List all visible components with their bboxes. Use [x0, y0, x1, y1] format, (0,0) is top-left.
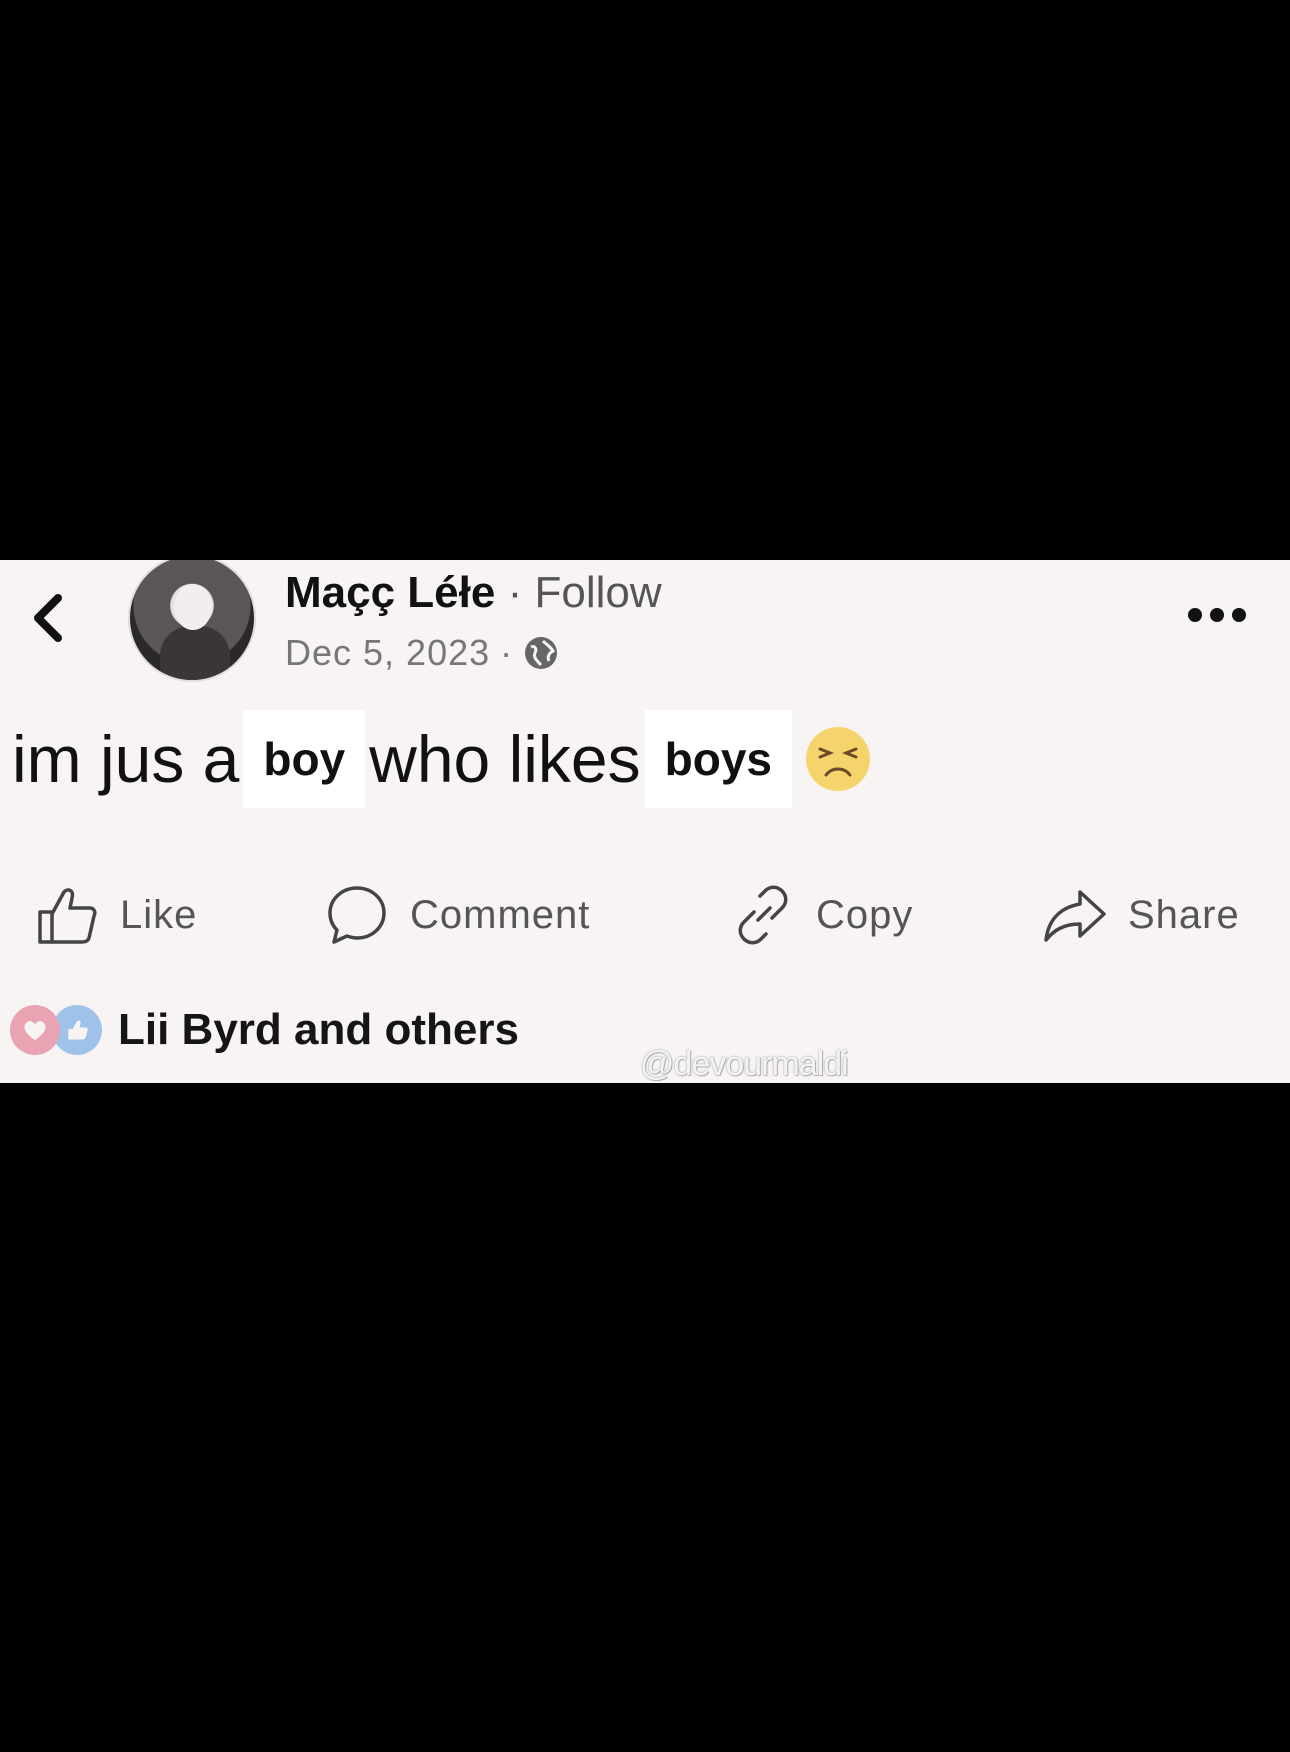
share-button[interactable]: Share [1042, 875, 1240, 955]
reaction-summary[interactable]: Lii Byrd and others [10, 1005, 519, 1055]
persevering-face-emoji [806, 727, 870, 791]
like-button[interactable]: Like [34, 875, 197, 955]
heart-reaction-icon [10, 1005, 60, 1055]
share-arrow-icon [1044, 890, 1106, 942]
author-avatar[interactable] [128, 560, 256, 682]
date-separator: · [500, 632, 514, 673]
copy-label: Copy [816, 892, 914, 937]
post-meta: Dec 5, 2023 · [285, 632, 559, 674]
avatar-body [160, 626, 230, 680]
comment-bubble-icon [328, 886, 386, 944]
link-icon [738, 885, 788, 945]
more-options-button[interactable] [1174, 600, 1260, 630]
watermark: @devourmaldi [640, 1045, 849, 1083]
post-body: im jus a boy who likes boys [12, 710, 874, 808]
comment-label: Comment [410, 892, 591, 937]
reaction-summary-text: Lii Byrd and others [118, 1005, 519, 1054]
post-date[interactable]: Dec 5, 2023 [285, 632, 490, 674]
post-text-part: who likes [369, 722, 641, 796]
post-text-part: im jus a [12, 722, 240, 796]
copy-link-button[interactable]: Copy [730, 875, 913, 955]
follow-button[interactable]: Follow [534, 568, 661, 617]
thumbs-up-icon [38, 888, 97, 944]
more-dot-icon [1188, 608, 1202, 622]
back-button[interactable] [28, 588, 68, 648]
action-bar: Like Comment Copy Share [0, 875, 1290, 955]
more-dot-icon [1232, 608, 1246, 622]
name-separator: · [507, 568, 523, 617]
globe-icon [525, 637, 558, 669]
author-header: Maçç Léłe · Follow [285, 568, 662, 618]
chevron-left-icon [34, 594, 62, 642]
comment-button[interactable]: Comment [324, 875, 590, 955]
post-text-bold: boys [644, 710, 792, 808]
share-label: Share [1128, 892, 1240, 937]
more-dot-icon [1210, 608, 1224, 622]
post-card: Maçç Léłe · Follow Dec 5, 2023 · im jus … [0, 560, 1290, 1083]
avatar-face [174, 584, 212, 630]
post-text-bold: boy [243, 710, 366, 808]
like-label: Like [120, 892, 198, 937]
author-name[interactable]: Maçç Léłe [285, 568, 495, 617]
